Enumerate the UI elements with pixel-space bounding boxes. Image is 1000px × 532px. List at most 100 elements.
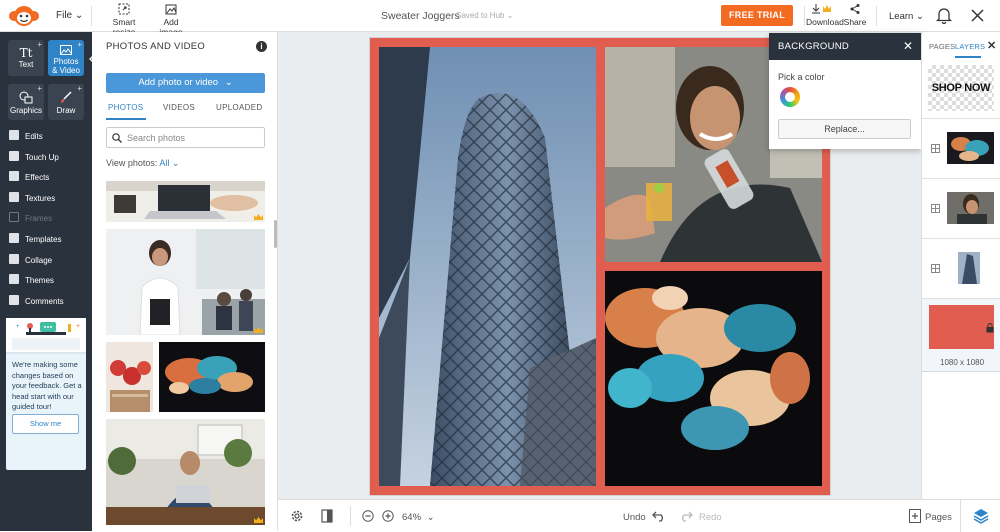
- svg-text:+: +: [16, 324, 20, 330]
- tab-photos[interactable]: PHOTOS: [108, 103, 143, 112]
- replace-button[interactable]: Replace...: [778, 119, 911, 139]
- compare-icon[interactable]: [321, 509, 333, 523]
- notifications-bell-icon[interactable]: [936, 7, 952, 24]
- zoom-out-icon[interactable]: [362, 510, 374, 522]
- add-photo-button[interactable]: Add photo or video ⌄: [106, 73, 265, 93]
- info-icon[interactable]: i: [256, 41, 267, 52]
- close-icon[interactable]: ✕: [903, 39, 913, 53]
- share-button[interactable]: Share: [843, 3, 867, 27]
- plus-icon: +: [77, 84, 82, 93]
- download-icon: [812, 4, 831, 14]
- design-canvas[interactable]: [370, 38, 830, 495]
- pages-icon[interactable]: [909, 509, 921, 523]
- search-input[interactable]: Search photos: [106, 127, 265, 148]
- templates-icon: [9, 233, 19, 243]
- undo-label[interactable]: Undo: [623, 512, 646, 523]
- layer-photo-building[interactable]: [922, 239, 1000, 299]
- nav-item-templates[interactable]: Templates: [9, 233, 61, 247]
- color-wheel-icon[interactable]: [780, 87, 800, 107]
- ink-smoke-photo[interactable]: [605, 271, 822, 486]
- effects-wand-icon: [9, 171, 19, 181]
- frames-icon: [9, 212, 19, 222]
- comments-icon: [9, 295, 19, 305]
- nav-item-label: Frames: [25, 214, 53, 223]
- promo-text: We're making some changes based on your …: [12, 360, 82, 411]
- tab-graphics[interactable]: + Graphics: [8, 84, 44, 120]
- share-label: Share: [843, 17, 867, 27]
- pages-label[interactable]: Pages: [925, 512, 952, 523]
- file-menu-label: File: [56, 10, 73, 21]
- learn-label: Learn: [889, 11, 914, 22]
- background-swatch: [929, 305, 994, 349]
- nav-item-touch-up[interactable]: Touch Up: [9, 151, 59, 165]
- saved-status-label: Saved to Hub: [456, 11, 505, 20]
- chevron-down-icon: ⌄: [74, 10, 84, 21]
- photo-thumbnail-man-laptop[interactable]: [106, 419, 265, 525]
- layer-photo-man-drink[interactable]: [922, 119, 1000, 179]
- graphics-icon: [19, 91, 33, 104]
- draw-brush-icon: [61, 91, 72, 103]
- tab-pages[interactable]: PAGES: [929, 42, 955, 51]
- nav-item-collage[interactable]: Collage: [9, 254, 52, 268]
- chevron-down-icon: ⌄: [224, 77, 233, 88]
- add-photo-label: Add photo or video: [138, 77, 219, 88]
- view-photos-filter[interactable]: View photos: All ⌄: [106, 158, 179, 169]
- chevron-down-icon: ⌄: [426, 512, 435, 523]
- picmonkey-logo-icon[interactable]: [8, 4, 40, 28]
- photo-thumbnail-ink-smoke[interactable]: [159, 342, 265, 412]
- nav-item-comments[interactable]: Comments: [9, 295, 64, 309]
- textures-icon: [9, 192, 19, 202]
- layers-panel: PAGES LAYERS ✕ SHOP NOW 1080 x 1080: [921, 32, 1000, 531]
- tab-videos[interactable]: VIDEOS: [163, 103, 195, 112]
- panel-title: PHOTOS AND VIDEO: [106, 41, 206, 52]
- tab-draw[interactable]: + Draw: [48, 84, 84, 120]
- photos-panel: PHOTOS AND VIDEO i Add photo or video ⌄ …: [92, 32, 278, 531]
- nav-item-label: Effects: [25, 173, 50, 182]
- background-popup-title: BACKGROUND: [778, 41, 850, 52]
- photo-thumbnail-businesswoman[interactable]: [106, 229, 265, 335]
- layer-shop-now-text[interactable]: SHOP NOW: [922, 59, 1000, 119]
- plus-icon: +: [37, 40, 42, 49]
- left-nav: + Tt Text + Photos & Video + Graphics + …: [0, 32, 92, 531]
- plus-icon: +: [77, 40, 82, 49]
- background-popup-header: BACKGROUND ✕: [769, 33, 921, 60]
- plus-icon: +: [37, 84, 42, 93]
- redo-label[interactable]: Redo: [699, 512, 722, 523]
- layer-photo-smoke[interactable]: [922, 179, 1000, 239]
- zoom-in-icon[interactable]: [382, 510, 394, 522]
- nav-item-textures[interactable]: Textures: [9, 192, 55, 206]
- saved-status[interactable]: Saved to Hub ⌄: [456, 11, 513, 20]
- nav-item-edits[interactable]: Edits: [9, 130, 43, 144]
- nav-item-label: Textures: [25, 194, 56, 203]
- zoom-level[interactable]: 64% ⌄: [402, 512, 435, 523]
- nav-item-themes[interactable]: Themes: [9, 274, 54, 288]
- photo-thumbnail-laptop-desk[interactable]: [106, 181, 265, 222]
- tab-layers[interactable]: LAYERS: [955, 42, 985, 51]
- photos-icon: [60, 45, 72, 55]
- tab-uploaded[interactable]: UPLOADED: [216, 103, 262, 112]
- tab-text[interactable]: + Tt Text: [8, 40, 44, 76]
- settings-gear-icon[interactable]: [290, 509, 304, 523]
- photo-thumbnail-strawberries[interactable]: [106, 342, 153, 412]
- chevron-down-icon: ⌄: [171, 158, 180, 168]
- undo-icon[interactable]: [652, 510, 666, 522]
- tab-photos-video[interactable]: + Photos & Video: [48, 40, 84, 76]
- close-editor-icon[interactable]: [971, 9, 984, 22]
- building-photo[interactable]: [379, 47, 596, 486]
- nav-item-effects[interactable]: Effects: [9, 171, 49, 185]
- free-trial-button[interactable]: FREE TRIAL: [721, 5, 793, 26]
- document-title[interactable]: Sweater Joggers: [381, 10, 460, 22]
- panel-resize-handle[interactable]: [274, 220, 277, 248]
- close-icon[interactable]: ✕: [987, 39, 996, 52]
- layers-toggle[interactable]: [960, 500, 1000, 532]
- smart-resize-icon: [118, 3, 130, 15]
- redo-icon[interactable]: [679, 510, 693, 522]
- touch-up-icon: [9, 151, 19, 161]
- lock-icon[interactable]: [986, 323, 994, 333]
- download-button[interactable]: Download: [806, 3, 844, 27]
- bottom-toolbar: 64% ⌄ Undo Redo Pages: [278, 499, 1000, 532]
- learn-menu[interactable]: Learn ⌄: [889, 11, 924, 22]
- show-me-button[interactable]: Show me: [12, 414, 79, 434]
- search-placeholder: Search photos: [127, 133, 186, 143]
- file-menu[interactable]: File ⌄: [56, 10, 83, 21]
